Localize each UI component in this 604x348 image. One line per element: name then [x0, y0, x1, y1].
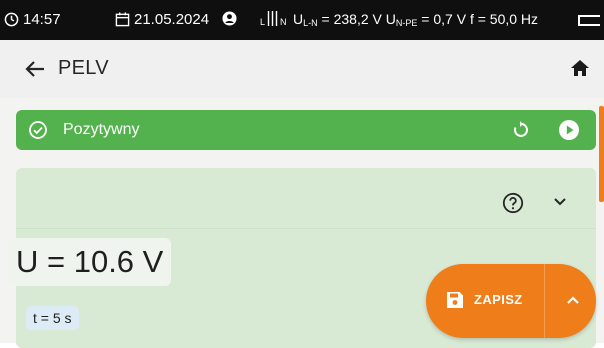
frequency-value: f = 50,0 Hz — [469, 11, 539, 27]
socket-indicator: L N — [260, 9, 287, 27]
n-label: N — [280, 17, 287, 27]
result-label: Pozytywny — [63, 121, 140, 138]
scrollbar[interactable] — [599, 106, 604, 202]
save-icon — [447, 292, 463, 308]
mains-readout: UL-N = 238,2 V UN-PE = 0,7 V f = 50,0 Hz — [293, 11, 538, 28]
l-label: L — [260, 17, 266, 27]
status-bar: 14:57 21.05.2024 L N UL-N = 238,2 V UN-P… — [0, 0, 604, 40]
time-parameter-chip: t = 5 s — [26, 306, 79, 330]
u-npe-letter: U — [385, 11, 396, 27]
app-header: PELV — [0, 40, 604, 98]
u-ln-letter: U — [293, 11, 304, 27]
u-npe-value: = 0,7 V — [421, 11, 467, 27]
fab-divider — [544, 264, 545, 338]
home-icon[interactable] — [570, 58, 590, 78]
play-icon[interactable] — [558, 119, 580, 141]
page-title: PELV — [58, 57, 109, 79]
date: 21.05.2024 — [115, 11, 209, 28]
main-measurement-value: U = 10.6 V — [8, 238, 172, 286]
content-area: Pozytywny U = 10.6 V t = 5 s ZAPISZ — [0, 98, 604, 348]
status-time: 14:57 — [23, 11, 61, 28]
help-icon[interactable] — [502, 192, 524, 214]
u-ln-value: = 238,2 V — [321, 11, 382, 27]
u-ln-subscript: L-N — [303, 18, 318, 28]
person-icon — [222, 11, 237, 26]
undo-icon[interactable] — [510, 120, 530, 140]
battery-icon — [578, 15, 600, 26]
status-date: 21.05.2024 — [134, 11, 210, 28]
calendar-icon — [115, 12, 130, 27]
chevron-down-icon[interactable] — [553, 196, 567, 208]
socket-icon — [267, 11, 278, 26]
card-divider — [16, 228, 596, 229]
check-circle-icon — [29, 121, 47, 139]
save-fab: ZAPISZ — [426, 264, 596, 338]
arrow-left-icon[interactable] — [24, 58, 46, 80]
chevron-up-icon[interactable] — [566, 295, 580, 305]
result-bar: Pozytywny — [16, 110, 596, 150]
clock: 14:57 — [4, 11, 61, 28]
save-label: ZAPISZ — [474, 292, 523, 307]
u-npe-subscript: N-PE — [395, 18, 418, 28]
clock-icon — [4, 12, 19, 27]
